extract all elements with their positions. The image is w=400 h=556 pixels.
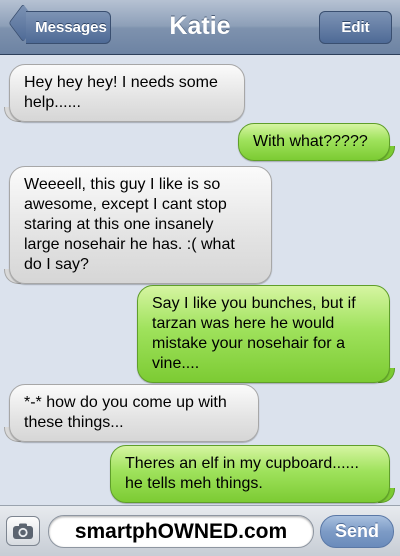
edit-button[interactable]: Edit [319, 11, 392, 44]
message-bubble-received: Hey hey hey! I needs some help...... [4, 64, 245, 122]
message-bubble-received: Weeeell, this guy I like is so awesome, … [4, 166, 272, 284]
message-input-bar: smartphOWNED.com Send [0, 505, 400, 556]
nav-bar: Messages Katie Edit [0, 0, 400, 55]
send-button[interactable]: Send [320, 515, 394, 548]
message-text-field[interactable]: smartphOWNED.com [48, 515, 314, 548]
conversation-thread: Hey hey hey! I needs some help...... Wit… [0, 55, 400, 505]
message-bubble-sent: With what????? [238, 123, 395, 161]
camera-button[interactable] [6, 516, 40, 546]
message-bubble-received: *-* how do you come up with these things… [4, 384, 259, 442]
message-bubble-sent: Theres an elf in my cupboard...... he te… [110, 445, 395, 503]
message-bubble-sent: Say I like you bunches, but if tarzan wa… [137, 285, 395, 383]
camera-icon [13, 523, 33, 539]
